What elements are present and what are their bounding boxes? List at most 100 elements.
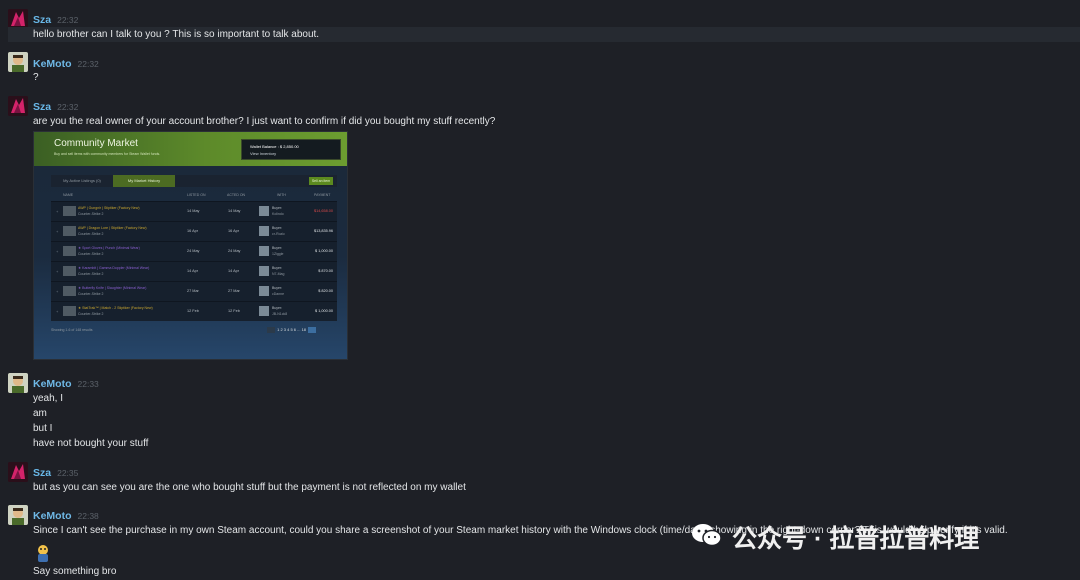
expand-icon: +	[56, 209, 59, 214]
message-text: yeah, I	[33, 393, 64, 404]
item-game: Counter-Strike 2	[78, 272, 104, 276]
pagination: 1 2 3 4 5 6 ... 18	[266, 327, 317, 333]
listed-on: 12 Feb	[187, 309, 199, 313]
table-row: + AWP | Dragon Lore | Stiptiker (Factory …	[51, 221, 337, 241]
col-acted: ACTED ON	[227, 193, 246, 197]
item-thumbnail	[63, 306, 76, 316]
acted-on: 16 Apr	[228, 229, 239, 233]
message-text: ?	[33, 72, 39, 83]
listed-on: 27 Mar	[187, 289, 199, 293]
expand-icon: +	[56, 269, 59, 274]
buyer-avatar	[259, 286, 269, 296]
buyer-avatar	[259, 306, 269, 316]
author-name[interactable]: KeMoto 22:38	[33, 510, 99, 522]
buyer-label: Buyer:	[272, 226, 283, 230]
payment: $ 870.00	[318, 269, 333, 273]
expand-icon: +	[56, 289, 59, 294]
table-header: NAME LISTED ON ACTED ON WITH PAYMENT	[51, 190, 337, 200]
listed-on: 14 May	[187, 209, 200, 213]
sell-item-button: Sell an item	[309, 177, 333, 185]
item-name: ★ Sport Gloves | Punch (Minimal Wear)	[78, 246, 140, 250]
timestamp: 22:32	[77, 59, 99, 69]
buyer-label: Buyer:	[272, 266, 283, 270]
listed-on: 16 Apr	[187, 229, 198, 233]
table-row: + ★ Karambit | Gamma Doppler (Minimal Wea…	[51, 261, 337, 281]
table-row: + AWP | Gungnir | Stiptiker (Factory New)…	[51, 201, 337, 221]
avatar[interactable]	[8, 373, 28, 393]
acted-on: 24 May	[228, 249, 241, 253]
col-with: WITH	[277, 193, 286, 197]
market-title: Community Market	[54, 138, 138, 149]
table-row: + ★ StatTrak™ | Match - 2 Stiptiker (Fact…	[51, 301, 337, 321]
message-text: but I	[33, 423, 53, 434]
buyer-avatar	[259, 206, 269, 216]
expand-icon: +	[56, 249, 59, 254]
buyer-name: JB-N1ck8	[272, 312, 288, 316]
item-thumbnail	[63, 206, 76, 216]
acted-on: 14 Apr	[228, 269, 239, 273]
author-name[interactable]: KeMoto 22:32	[33, 58, 99, 70]
col-listed: LISTED ON	[187, 193, 206, 197]
item-game: Counter-Strike 2	[78, 212, 104, 216]
message-text: am	[33, 408, 47, 419]
avatar[interactable]	[8, 462, 28, 482]
timestamp: 22:33	[77, 379, 99, 389]
listed-on: 24 May	[187, 249, 200, 253]
market-header: Community Market Buy and sell items with…	[34, 132, 347, 166]
item-thumbnail	[63, 246, 76, 256]
author-name[interactable]: Sza 22:35	[33, 467, 78, 479]
wechat-logo-icon	[691, 522, 723, 548]
tab-active-listings: My Active Listings (0)	[63, 178, 101, 183]
page-numbers: 1 2 3 4 5 6 ... 18	[277, 327, 307, 333]
prev-page-icon	[267, 327, 275, 333]
item-game: Counter-Strike 2	[78, 252, 104, 256]
market-tabs: My Active Listings (0) My Market History…	[51, 175, 337, 187]
buyer-avatar	[259, 266, 269, 276]
results-count: Showing 1-6 of 148 results	[51, 328, 93, 332]
message-text: Say something bro	[33, 566, 117, 577]
buyer-name: Kolindo	[272, 212, 284, 216]
timestamp: 22:32	[57, 102, 79, 112]
view-inventory-link: View Inventory	[250, 151, 277, 156]
buyer-name: cDanne	[272, 292, 285, 296]
message-text: but as you can see you are the one who b…	[33, 482, 466, 493]
item-name: ★ Butterfly Knife | Slaughter (Minimal W…	[78, 286, 147, 290]
table-row: + ★ Butterfly Knife | Slaughter (Minimal …	[51, 281, 337, 301]
watermark-text: 公众号 · 拉普拉普料理	[732, 525, 980, 553]
buyer-avatar	[259, 246, 269, 256]
buyer-label: Buyer:	[272, 286, 283, 290]
market-subtitle: Buy and sell items with community member…	[54, 152, 161, 156]
payment: $ 1,000.00	[315, 249, 333, 253]
timestamp: 22:38	[77, 511, 99, 521]
item-game: Counter-Strike 2	[78, 292, 104, 296]
buyer-avatar	[259, 226, 269, 236]
item-name: AWP | Dragon Lore | Stiptiker (Factory N…	[78, 226, 147, 230]
market-history-screenshot[interactable]: Community Market Buy and sell items with…	[33, 131, 348, 360]
item-thumbnail	[63, 226, 76, 236]
payment: $ 1,000.00	[315, 309, 333, 313]
listed-on: 14 Apr	[187, 269, 198, 273]
wallet-balance: Wallet Balance : $ 2,850.00	[250, 144, 299, 149]
author-name[interactable]: Sza 22:32	[33, 101, 78, 113]
wallet-box: Wallet Balance : $ 2,850.00 View Invento…	[241, 139, 341, 160]
message-text: have not bought your stuff	[33, 438, 149, 449]
acted-on: 27 Mar	[228, 289, 240, 293]
timestamp: 22:32	[57, 15, 79, 25]
avatar[interactable]	[8, 9, 28, 29]
avatar[interactable]	[8, 96, 28, 116]
avatar[interactable]	[8, 52, 28, 72]
payment: $14,658.00	[313, 209, 333, 213]
item-name: ★ Karambit | Gamma Doppler (Minimal Wear…	[78, 266, 150, 270]
col-payment: PAYMENT	[314, 193, 331, 197]
expand-icon: +	[56, 229, 59, 234]
buyer-label: Buyer:	[272, 206, 283, 210]
buyer-name: N7-Mag	[272, 272, 285, 276]
expand-icon: +	[56, 309, 59, 314]
item-thumbnail	[63, 286, 76, 296]
buyer-name: cr-Rozic	[272, 232, 285, 236]
buyer-name: 1Ziggle	[272, 252, 284, 256]
author-name[interactable]: Sza 22:32	[33, 14, 78, 26]
avatar[interactable]	[8, 505, 28, 525]
author-name[interactable]: KeMoto 22:33	[33, 378, 99, 390]
acted-on: 12 Feb	[228, 309, 240, 313]
